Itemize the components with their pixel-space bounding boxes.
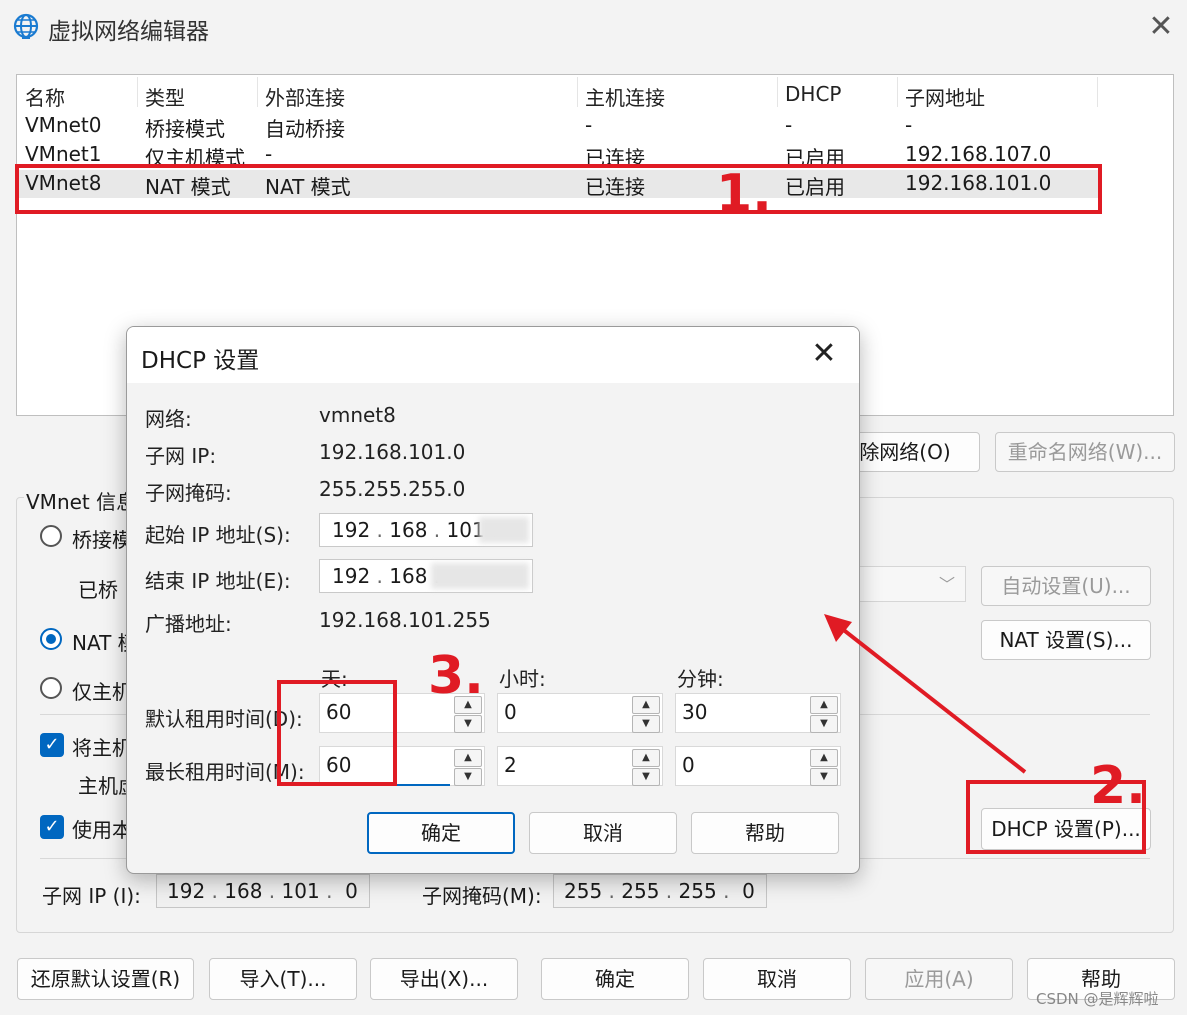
- annotation-arrow: [824, 614, 1027, 774]
- watermark-text: CSDN @是辉辉啦: [1036, 990, 1159, 1008]
